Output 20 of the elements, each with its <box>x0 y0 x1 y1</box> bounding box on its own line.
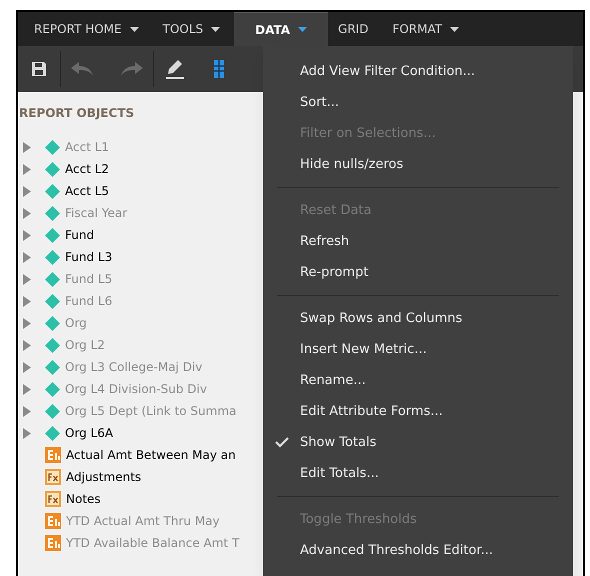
item-label: Org <box>65 315 87 332</box>
item-label: Adjustments <box>66 469 142 486</box>
item-label: Org L2 <box>65 337 105 354</box>
item-label: Acct L2 <box>65 161 110 178</box>
item-label: Org L3 College-Maj Div <box>65 359 202 376</box>
item-label: Actual Amt Between May an <box>66 447 236 464</box>
item-label: Fund L6 <box>65 293 112 310</box>
item-label: Fund L3 <box>65 249 112 266</box>
item-label: Fiscal Year <box>65 205 128 222</box>
item-label: Acct L5 <box>65 183 110 200</box>
panel-title: REPORT OBJECTS <box>19 105 134 122</box>
item-label: YTD Available Balance Amt T <box>66 535 240 552</box>
item-label: Org L5 Dept (Link to Summa <box>65 403 236 420</box>
item-label: Org L6A <box>65 425 114 442</box>
item-label: Notes <box>66 491 101 508</box>
item-label: YTD Actual Amt Thru May <box>66 513 220 530</box>
item-label: Fund L5 <box>65 271 112 288</box>
item-label: Acct L1 <box>65 139 110 156</box>
item-label: Fund <box>65 227 94 244</box>
item-label: Org L4 Division-Sub Div <box>65 381 207 398</box>
